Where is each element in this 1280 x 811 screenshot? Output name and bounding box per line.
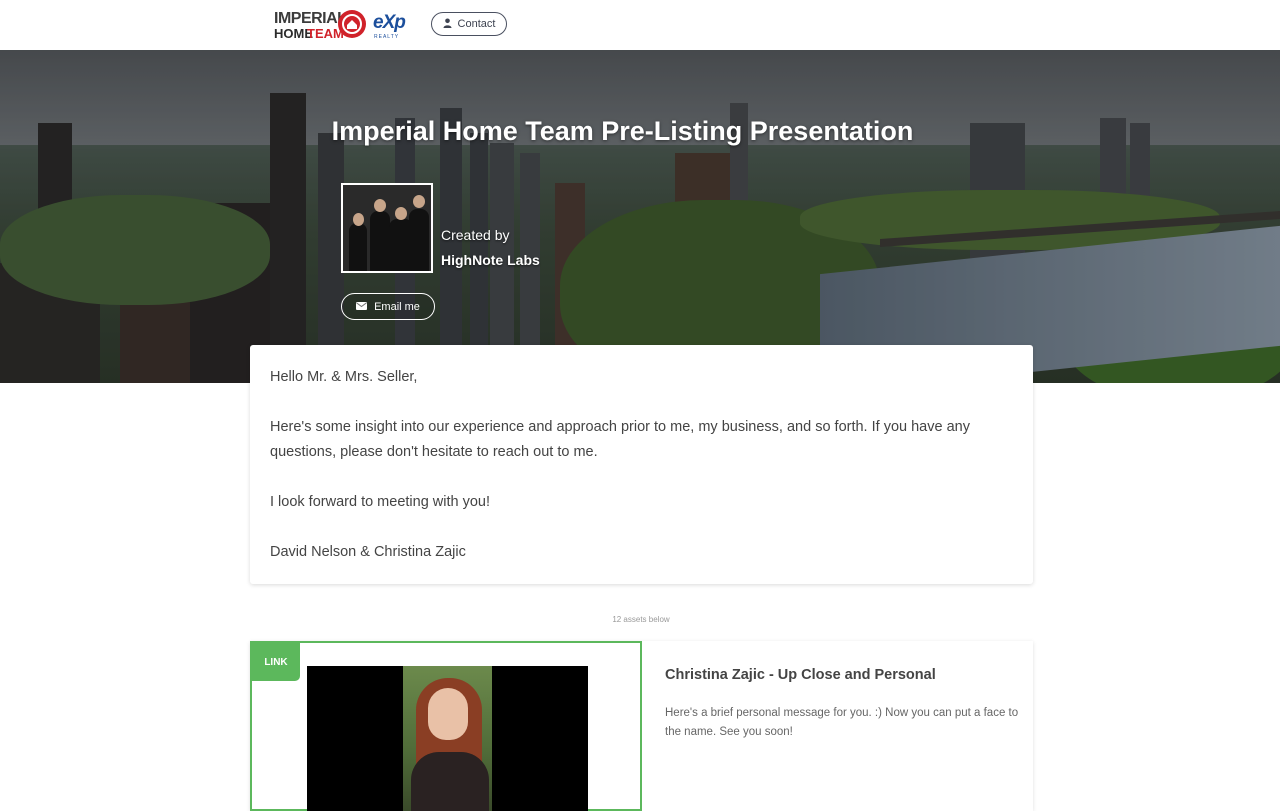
asset-card[interactable]: LINK Christina Zajic - Up Close and Pers… [250, 641, 1033, 811]
user-icon [443, 18, 452, 31]
exp-brand: eXp [373, 12, 406, 33]
envelope-icon [356, 301, 368, 313]
hero-banner: Imperial Home Team Pre-Listing Presentat… [0, 50, 1280, 383]
created-by-label: Created by [441, 227, 510, 243]
house-icon [338, 10, 366, 38]
message-closing: I look forward to meeting with you! [270, 494, 491, 510]
link-badge: LINK [252, 643, 300, 681]
page-title: Imperial Home Team Pre-Listing Presentat… [331, 116, 914, 146]
asset-title[interactable]: Christina Zajic - Up Close and Personal [665, 667, 936, 683]
imperial-home-team-logo[interactable]: IMPERIAL HOME TEAM eXp REALTY [274, 8, 409, 44]
asset-media[interactable]: LINK [250, 641, 642, 811]
contact-label: Contact [457, 18, 496, 30]
contact-button[interactable]: Contact [431, 12, 507, 36]
team-photo [341, 183, 433, 273]
message-signature: David Nelson & Christina Zajic [270, 544, 466, 560]
message-greeting: Hello Mr. & Mrs. Seller, [270, 369, 418, 385]
exp-brand-sub: REALTY [374, 34, 400, 40]
top-navbar: IMPERIAL HOME TEAM eXp REALTY Contact [0, 0, 1280, 51]
email-me-label: Email me [374, 300, 420, 313]
assets-count: 12 assets below [612, 615, 670, 624]
video-thumbnail[interactable] [307, 666, 588, 811]
creator-name[interactable]: HighNote Labs [441, 252, 540, 268]
asset-description: Here's a brief personal message for you.… [665, 707, 1019, 738]
email-me-button[interactable]: Email me [341, 293, 435, 320]
message-body: Here's some insight into our experience … [270, 419, 970, 460]
message-card: Hello Mr. & Mrs. Seller, Here's some ins… [250, 345, 1033, 584]
